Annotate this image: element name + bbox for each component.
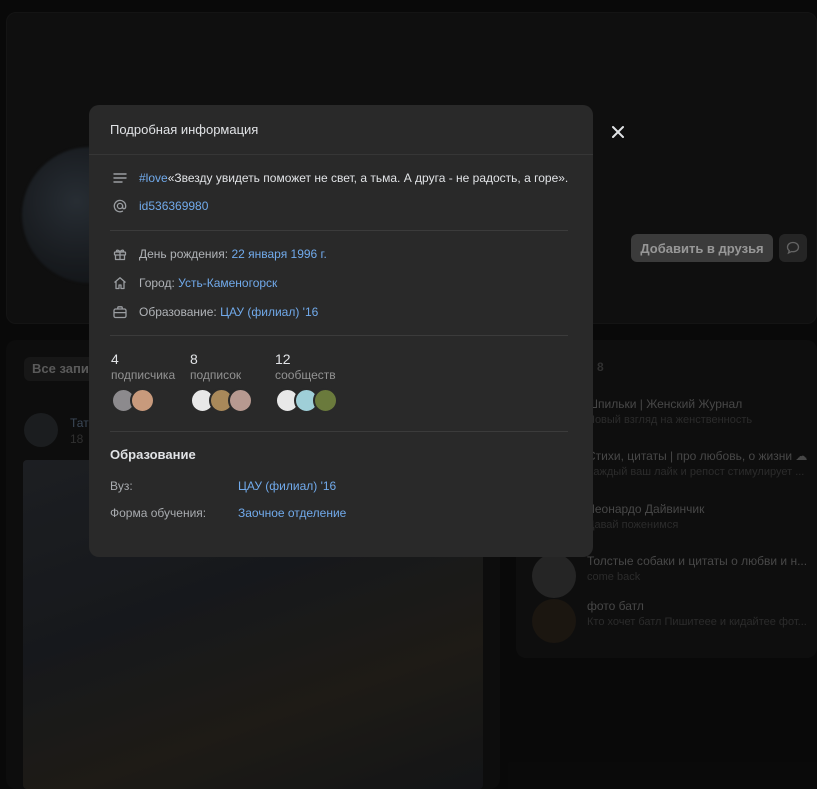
city-label: Город: <box>139 276 175 290</box>
study-form-label: Форма обучения: <box>110 506 207 520</box>
profile-details-modal: Подробная информация #love «Звезду увиде… <box>89 105 593 557</box>
modal-title: Подробная информация <box>110 122 259 137</box>
followers-label: подписчика <box>111 368 176 382</box>
city-row: Город: Усть-Каменогорск <box>110 273 277 293</box>
education-link[interactable]: ЦАУ (филиал) '16 <box>220 305 318 319</box>
subscriptions-label: подписок <box>190 368 242 382</box>
communities-count: 12 <box>275 351 291 367</box>
followers-avatars <box>111 388 175 413</box>
communities-stat[interactable]: 12 сообществ <box>275 351 338 413</box>
briefcase-icon <box>110 302 130 322</box>
user-id-row: id536369980 <box>110 196 208 216</box>
subscriptions-avatars <box>190 388 253 413</box>
university-link[interactable]: ЦАУ (филиал) '16 <box>238 479 336 493</box>
education-label: Образование: <box>139 305 217 319</box>
birthday-link[interactable]: 22 января 1996 г. <box>231 247 326 261</box>
modal-header: Подробная информация <box>89 105 593 155</box>
study-form-link[interactable]: Заочное отделение <box>238 506 346 520</box>
birthday-label: День рождения: <box>139 247 229 261</box>
status-text: «Звезду увидеть поможет не свет, а тьма.… <box>167 171 569 185</box>
education-section-title: Образование <box>110 447 196 462</box>
status-hashtag[interactable]: #love <box>139 171 168 185</box>
subscriptions-count: 8 <box>190 351 198 367</box>
communities-label: сообществ <box>275 368 336 382</box>
followers-count: 4 <box>111 351 119 367</box>
lines-icon <box>110 168 130 188</box>
gift-icon <box>110 244 130 264</box>
subscriptions-stat[interactable]: 8 подписок <box>190 351 253 413</box>
divider <box>110 335 568 336</box>
user-id-link[interactable]: id536369980 <box>139 199 208 213</box>
at-sign-icon <box>110 196 130 216</box>
communities-avatars <box>275 388 338 413</box>
close-button[interactable] <box>604 118 632 146</box>
status-row: #love «Звезду увидеть поможет не свет, а… <box>110 168 568 188</box>
avatar <box>313 388 338 413</box>
birthday-row: День рождения: 22 января 1996 г. <box>110 244 327 264</box>
divider <box>110 230 568 231</box>
avatar <box>130 388 155 413</box>
home-icon <box>110 273 130 293</box>
divider <box>110 431 568 432</box>
education-row: Образование: ЦАУ (филиал) '16 <box>110 302 318 322</box>
close-icon <box>612 126 624 138</box>
followers-stat[interactable]: 4 подписчика <box>111 351 175 413</box>
avatar <box>228 388 253 413</box>
university-label: Вуз: <box>110 479 133 493</box>
city-link[interactable]: Усть-Каменогорск <box>178 276 277 290</box>
